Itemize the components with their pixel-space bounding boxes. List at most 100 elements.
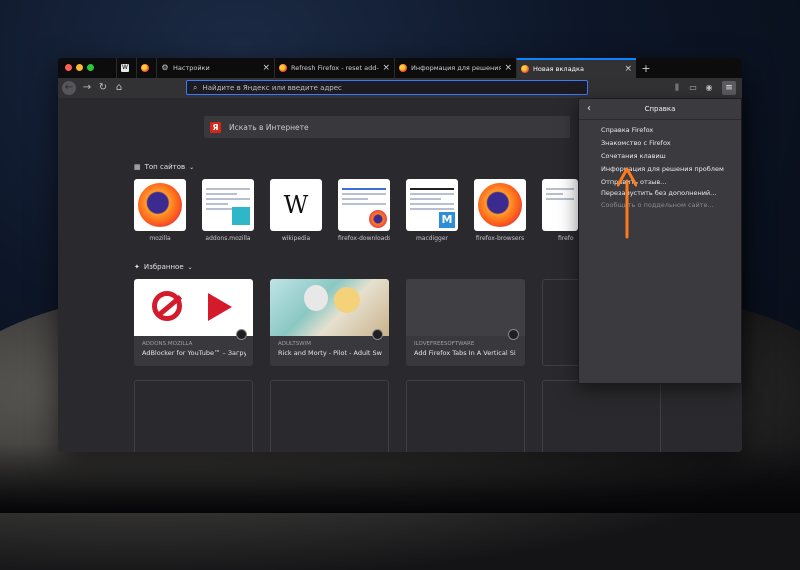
- grid-icon: ▦: [134, 163, 141, 171]
- menu-item-firefox-help[interactable]: Справка Firefox: [601, 126, 653, 134]
- highlight-card[interactable]: ILOVEFREESOFTWARE Add Firefox Tabs In A …: [406, 279, 525, 366]
- highlights-icon: ✦: [134, 263, 140, 271]
- tab-bar: W ⚙ Настройки × Refresh Firefox - reset …: [58, 58, 742, 78]
- empty-highlight-slot: [542, 279, 582, 366]
- library-button[interactable]: ⫼: [670, 81, 684, 95]
- sidebar-button[interactable]: ▭: [686, 81, 700, 95]
- plus-icon: +: [641, 61, 651, 75]
- tab-label: Настройки: [173, 64, 210, 72]
- highlight-image: [406, 279, 525, 340]
- top-site-tile[interactable]: W wikipedia: [270, 179, 322, 242]
- highlights-title: Избранное: [143, 263, 184, 271]
- navigation-toolbar: ← → ↻ ⌂ ⌕ Найдите в Яндекс или введите а…: [58, 78, 742, 98]
- forward-button[interactable]: →: [80, 81, 94, 95]
- highlight-source: ADULTSWIM: [278, 341, 311, 347]
- minimize-window-button[interactable]: [76, 64, 83, 71]
- page-preview: [410, 185, 454, 213]
- tab-refresh-firefox[interactable]: Refresh Firefox - reset add-on ×: [274, 58, 394, 78]
- top-site-thumbnail: [542, 179, 578, 231]
- zoom-window-button[interactable]: [87, 64, 94, 71]
- help-menu-panel: ‹ Справка Справка Firefox Знакомство с F…: [578, 98, 742, 384]
- puzzle-icon: [232, 207, 250, 225]
- sidebar-icon: ▭: [689, 83, 697, 92]
- highlight-card[interactable]: ADDONS.MOZILLA AdBlocker for YouTube™ – …: [134, 279, 253, 366]
- top-site-name: wikipedia: [281, 235, 311, 242]
- account-icon: ◉: [705, 83, 713, 92]
- search-icon: ⌕: [193, 82, 198, 92]
- highlight-image: [270, 279, 389, 340]
- top-site-name: macdigger: [415, 235, 449, 242]
- top-site-tile[interactable]: firefox-browsers: [474, 179, 526, 242]
- clock-icon: [508, 329, 519, 340]
- menu-button[interactable]: ≡: [722, 81, 736, 95]
- url-bar[interactable]: ⌕ Найдите в Яндекс или введите адрес: [186, 80, 588, 95]
- web-search-input[interactable]: Я Искать в Интернете: [204, 116, 570, 138]
- highlight-title: Add Firefox Tabs In A Vertical Si: [414, 349, 516, 357]
- home-icon: ⌂: [115, 82, 123, 93]
- top-site-tile[interactable]: firefox-downloads: [338, 179, 390, 242]
- home-button[interactable]: ⌂: [112, 81, 126, 95]
- menu-item-keyboard-shortcuts[interactable]: Сочетания клавиш: [601, 152, 666, 160]
- account-button[interactable]: ◉: [702, 81, 716, 95]
- top-sites-title: Топ сайтов: [144, 163, 186, 171]
- wikipedia-icon: W: [121, 64, 129, 72]
- highlight-source: ILOVEFREESOFTWARE: [414, 341, 475, 347]
- reload-icon: ↻: [98, 82, 108, 93]
- desktop-shadow: [0, 443, 800, 513]
- top-site-thumbnail: M: [406, 179, 458, 231]
- top-site-tile[interactable]: firefo: [542, 179, 578, 242]
- close-window-button[interactable]: [65, 64, 72, 71]
- close-tab-icon[interactable]: ×: [624, 64, 632, 74]
- firefox-icon: [399, 64, 407, 72]
- cartoon-character-image: [304, 285, 328, 311]
- tab-new-tab[interactable]: Новая вкладка ×: [516, 58, 636, 78]
- new-tab-button[interactable]: +: [636, 58, 656, 78]
- tab-troubleshooting[interactable]: Информация для решения пр ×: [394, 58, 516, 78]
- firefox-icon: [279, 64, 287, 72]
- tab-settings[interactable]: ⚙ Настройки ×: [156, 58, 274, 78]
- firefox-icon: [141, 64, 149, 72]
- highlight-source: ADDONS.MOZILLA: [142, 341, 193, 347]
- tab-pinned-firefox[interactable]: [136, 58, 156, 78]
- yandex-logo-icon: Я: [210, 121, 221, 133]
- back-button[interactable]: ←: [62, 81, 76, 95]
- macdigger-logo-icon: M: [439, 212, 455, 228]
- highlight-title: Rick and Morty - Pilot - Adult Sw: [278, 349, 382, 357]
- chevron-down-icon: ⌄: [189, 163, 195, 171]
- url-placeholder: Найдите в Яндекс или введите адрес: [202, 83, 342, 92]
- top-sites-header[interactable]: ▦ Топ сайтов ⌄: [134, 163, 194, 171]
- empty-highlight-slot: [134, 380, 253, 452]
- web-search-placeholder: Искать в Интернете: [229, 122, 309, 132]
- top-site-thumbnail: [202, 179, 254, 231]
- tab-pinned-wikipedia[interactable]: W: [116, 58, 136, 78]
- menu-item-firefox-tour[interactable]: Знакомство с Firefox: [601, 139, 671, 147]
- block-icon: [152, 291, 183, 321]
- highlights-header[interactable]: ✦ Избранное ⌄: [134, 263, 193, 271]
- close-tab-icon[interactable]: ×: [262, 63, 270, 73]
- top-site-tile[interactable]: M macdigger: [406, 179, 458, 242]
- tab-label: Новая вкладка: [533, 65, 584, 73]
- chevron-left-icon[interactable]: ‹: [587, 103, 591, 114]
- cartoon-character-image: [334, 287, 360, 313]
- highlight-image: [134, 279, 253, 340]
- empty-highlight-slot: [542, 380, 661, 452]
- top-site-tile[interactable]: mozilla: [134, 179, 186, 242]
- top-site-tile[interactable]: addons.mozilla: [202, 179, 254, 242]
- top-site-name: mozilla: [149, 235, 171, 242]
- top-site-name: firefo: [558, 235, 574, 242]
- tab-label: Refresh Firefox - reset add-on: [291, 64, 380, 72]
- highlight-card[interactable]: ADULTSWIM Rick and Morty - Pilot - Adult…: [270, 279, 389, 366]
- top-site-thumbnail: [474, 179, 526, 231]
- page-preview: [546, 185, 574, 203]
- arrow-right-icon: →: [82, 82, 92, 93]
- firefox-logo-icon: [478, 183, 522, 227]
- close-tab-icon[interactable]: ×: [504, 63, 512, 73]
- close-tab-icon[interactable]: ×: [382, 63, 390, 73]
- reload-button[interactable]: ↻: [96, 81, 110, 95]
- arrow-left-icon: ←: [64, 82, 74, 93]
- page-preview: [342, 185, 386, 208]
- top-site-thumbnail: [134, 179, 186, 231]
- hamburger-icon: ≡: [725, 83, 733, 93]
- help-panel-title: Справка: [644, 105, 676, 113]
- wikipedia-logo-icon: W: [283, 191, 309, 219]
